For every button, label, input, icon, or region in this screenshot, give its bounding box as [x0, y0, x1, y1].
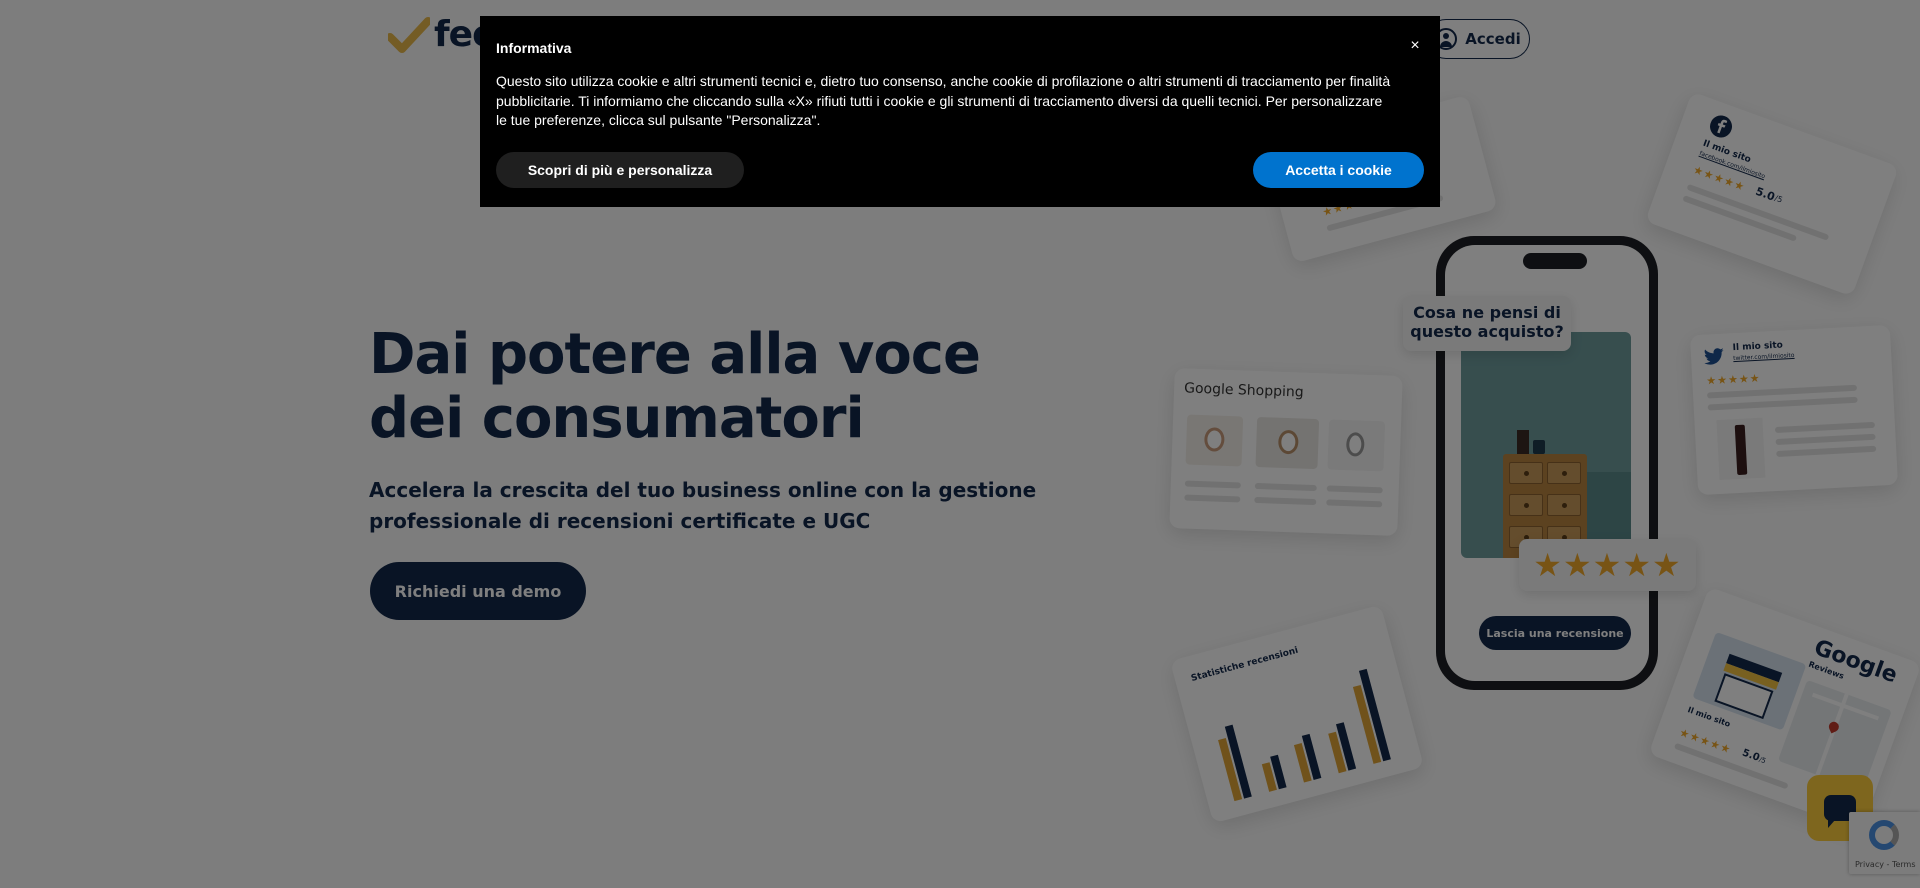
learn-more-customize-button[interactable]: Scopri di più e personalizza — [496, 152, 744, 188]
accept-cookies-button[interactable]: Accetta i cookie — [1253, 152, 1424, 188]
cookie-text: Questo sito utilizza cookie e altri stru… — [496, 73, 1391, 128]
close-icon[interactable]: × — [1405, 36, 1425, 56]
cookie-title: Informativa — [496, 40, 572, 56]
cookie-consent-dialog: Informativa × Questo sito utilizza cooki… — [480, 16, 1440, 207]
